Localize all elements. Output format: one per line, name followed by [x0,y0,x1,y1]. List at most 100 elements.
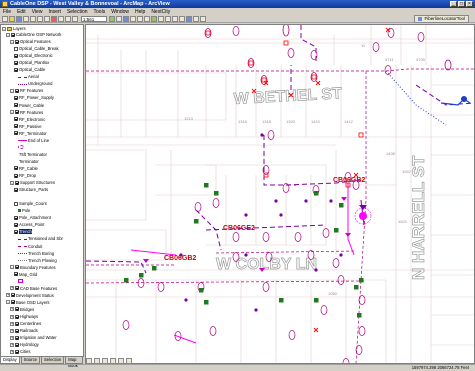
layer-visibility-checkbox[interactable] [15,180,19,185]
layer-visibility-checkbox[interactable] [15,39,19,44]
tab-map-book[interactable]: Map Book [65,357,83,368]
select-elements-tool-icon[interactable] [86,357,92,364]
toc-item-trench-plowing[interactable]: Trench Plowing [18,258,57,263]
toc-item-highways[interactable]: + Highways [10,314,38,319]
layer-visibility-checkbox[interactable] [11,32,15,37]
menu-nextcity[interactable]: NextCity [151,9,170,15]
toc-item-rf-terminator[interactable]: RF_Terminator [14,131,47,136]
delete-icon[interactable] [51,15,57,22]
collapse-icon[interactable]: - [10,39,14,44]
full-extent-icon[interactable] [151,15,157,22]
menu-edit[interactable]: Edit [17,9,26,15]
close-icon[interactable]: × [466,1,473,7]
tab-display[interactable]: Display [0,357,20,364]
toc-item-rf-cable[interactable]: RF_Cable [14,166,38,171]
map-canvas[interactable]: W BETHEL ST W COLBY LN N HARRELL ST 11 4… [86,25,474,363]
menu-view[interactable]: View [32,9,43,15]
undo-icon[interactable] [58,15,64,22]
fiberline-locator-button[interactable]: FiberlineLocatorTool [414,15,469,23]
layer-visibility-checkbox[interactable] [15,88,19,93]
toc-header-row[interactable]: - Layers [2,26,26,31]
toc-item-pole-attachment[interactable]: Pole_Attachment [14,215,51,220]
toc-item-railroads[interactable]: + Railroads [10,328,38,333]
maximize-icon[interactable]: □ [458,1,465,7]
select-elements-icon[interactable] [179,15,185,22]
editor-icon[interactable] [109,15,115,22]
toc-item-centerlines[interactable]: + Centerlines [10,321,41,326]
toc-item-access-point[interactable]: Access_Point [14,222,44,227]
toc-item-cad-base-features[interactable]: + CAD Base Features [10,286,57,291]
toc-item-rf-power-supply[interactable]: RF_Power_Supply [14,95,54,100]
identify-icon[interactable] [186,15,192,22]
toc-item-terminator[interactable]: Terminator [18,159,39,164]
text-icon[interactable] [110,357,116,364]
layer-visibility-checkbox[interactable] [15,286,19,291]
expand-icon[interactable]: + [10,349,14,354]
toc-item-optical-plantlox[interactable]: Optical_Plantlox [14,60,49,65]
toc-item-cableone-osp-network[interactable]: - CableOne OSP Network [6,32,61,37]
toc-item-underground[interactable]: Underground [18,81,52,86]
cut-icon[interactable] [30,15,36,22]
expand-icon[interactable]: + [10,328,14,333]
toc-item-conduit[interactable]: Conduit [18,244,42,249]
menu-window[interactable]: Window [111,9,129,15]
print-icon[interactable] [23,15,29,22]
layer-visibility-checkbox[interactable] [15,335,19,340]
layer-visibility-checkbox[interactable] [14,53,18,58]
collapse-icon[interactable]: - [6,32,10,37]
toc-item-aerial[interactable]: Aerial [18,74,39,79]
toc-item-optical-cable[interactable]: Optical_Cable [14,67,45,72]
help-icon[interactable] [123,15,129,22]
layer-visibility-checkbox[interactable] [15,328,19,333]
minimize-icon[interactable]: _ [450,1,457,7]
expand-icon[interactable]: + [10,321,14,326]
toc-item-trench[interactable]: Trench [14,229,32,235]
toc-item-75ft-terminator[interactable]: 75ft Terminator [18,152,47,157]
collapse-icon[interactable]: - [10,88,14,93]
expand-icon[interactable]: + [10,307,14,312]
title-bar[interactable]: CableOne DSP - West Valley & Bonnevoal -… [0,0,475,8]
layer-visibility-checkbox[interactable] [14,117,18,122]
toc-item-rf-drop[interactable]: RF_Drop [14,173,36,178]
menu-help[interactable]: Help [135,9,145,15]
toc-item-cities[interactable]: + Cities [10,349,30,354]
zoom-out-icon[interactable] [137,15,143,22]
save-icon[interactable] [16,15,22,22]
map-view[interactable]: W BETHEL ST W COLBY LN N HARRELL ST 11 4… [85,24,475,364]
toc-item-rf-passive[interactable]: RF_Passive [14,124,42,129]
forward-extent-icon[interactable] [165,15,171,22]
layer-visibility-checkbox[interactable] [15,265,19,270]
rectangle-icon[interactable] [102,357,108,364]
toc-item-sample-count[interactable]: Sample_Count [14,201,47,206]
expand-icon[interactable]: + [10,286,14,291]
toc-item-hydrology[interactable]: + Hydrology [10,342,39,347]
layer-visibility-checkbox[interactable] [14,67,18,72]
layer-visibility-checkbox[interactable] [15,349,19,354]
toc-item-legend-symbol[interactable] [18,145,25,150]
toc-item-optical-electronic[interactable]: Optical_Electronic [14,53,53,58]
layer-visibility-checkbox[interactable] [14,229,18,234]
pan-icon[interactable] [144,15,150,22]
layer-visibility-checkbox[interactable] [14,166,18,171]
map-scale-input[interactable]: 1:561 [81,15,107,22]
toc-item-tensioned-and-sbr[interactable]: Tensioned and Sbr [18,236,63,241]
layer-visibility-checkbox[interactable] [14,95,18,100]
layer-visibility-checkbox[interactable] [14,46,18,51]
layer-visibility-checkbox[interactable] [14,173,18,178]
rotate-icon[interactable] [94,357,100,364]
layer-visibility-checkbox[interactable] [14,131,18,136]
table-of-contents[interactable]: - Layers - CableOne OSP Network - Optical F… [0,24,84,357]
collapse-icon[interactable]: - [10,180,14,185]
fill-color-icon[interactable] [126,357,132,364]
zoom-in-icon[interactable] [130,15,136,22]
select-features-icon[interactable] [172,15,178,22]
toc-item-rf-electronic[interactable]: RF_Electronic [14,117,45,122]
redo-icon[interactable] [65,15,71,22]
layer-visibility-checkbox[interactable] [14,124,18,129]
toc-item-base-osd-layers[interactable]: - Base OSD Layers [6,300,50,305]
back-extent-icon[interactable] [158,15,164,22]
toc-item-rf-features[interactable]: - RF Features [10,110,43,115]
toc-item-support-structures[interactable]: - Support Structures [10,180,55,185]
layer-visibility-checkbox[interactable] [15,314,19,319]
layer-visibility-checkbox[interactable] [14,60,18,65]
